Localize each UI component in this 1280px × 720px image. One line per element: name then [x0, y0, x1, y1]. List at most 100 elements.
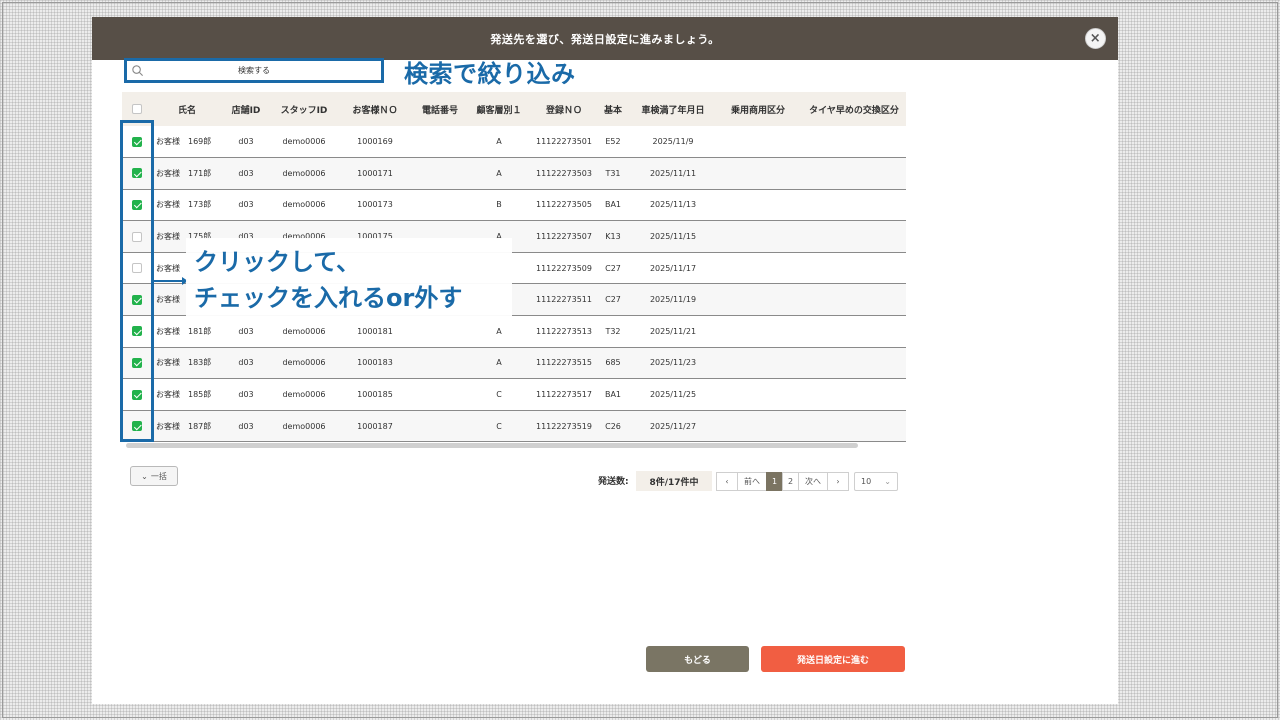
cell-empty: [798, 220, 906, 253]
cell-basic: E52: [598, 126, 628, 159]
table-row[interactable]: お客様 171郎 d03 demo0006 1000171 A 11122273503 T3…: [122, 157, 906, 190]
col-staff-id[interactable]: スタッフID: [270, 92, 338, 126]
cell-reg-no: 11122273513: [530, 315, 598, 348]
table-row[interactable]: お客様 173郎 d03 demo0006 1000173 B 11122273505 BA…: [122, 189, 906, 222]
cell-empty: [798, 252, 906, 285]
cell-name: お客様 173郎: [152, 189, 222, 222]
cell-phone: [412, 410, 468, 443]
col-basic[interactable]: 基本: [598, 92, 628, 126]
cell-basic: T32: [598, 315, 628, 348]
cell-phone: [412, 189, 468, 222]
cell-segment: A: [468, 347, 530, 380]
search-icon: [132, 65, 144, 77]
col-reg-no[interactable]: 登録ＮＯ: [530, 92, 598, 126]
col-name[interactable]: 氏名: [152, 92, 222, 126]
chevron-left-icon[interactable]: ‹: [716, 472, 738, 491]
cell-name: お客様 169郎: [152, 126, 222, 159]
cell-staff-id: demo0006: [270, 347, 338, 380]
cell-inspection-date: 2025/11/23: [628, 347, 718, 380]
send-count-value: 8件/17件中: [636, 471, 712, 491]
search-input[interactable]: [127, 61, 381, 80]
cell-reg-no: 11122273505: [530, 189, 598, 222]
cell-staff-id: demo0006: [270, 410, 338, 443]
annotation-click: クリックして、 チェックを入れるor外す: [186, 238, 512, 326]
cell-segment: A: [468, 126, 530, 159]
search-box: [124, 58, 384, 83]
cell-reg-no: 11122273503: [530, 157, 598, 190]
cell-empty: [718, 126, 798, 159]
col-inspection-date[interactable]: 車検満了年月日: [628, 92, 718, 126]
cell-inspection-date: 2025/11/21: [628, 315, 718, 348]
col-vehicle-class[interactable]: 乗用商用区分: [718, 92, 798, 126]
col-store-id[interactable]: 店舗ID: [222, 92, 270, 126]
cell-inspection-date: 2025/11/15: [628, 220, 718, 253]
cell-reg-no: 11122273507: [530, 220, 598, 253]
page-1-button[interactable]: 1: [766, 472, 783, 491]
table-row[interactable]: お客様 183郎 d03 demo0006 1000183 A 11122273515 68…: [122, 347, 906, 380]
chevron-right-icon[interactable]: ›: [827, 472, 849, 491]
annotation-click-line2: チェックを入れるor外す: [194, 284, 463, 312]
cell-empty: [718, 157, 798, 190]
cell-customer-no: 1000173: [338, 189, 412, 222]
col-segment[interactable]: 顧客層別１: [468, 92, 530, 126]
prev-page-button[interactable]: 前へ: [737, 472, 767, 491]
cell-customer-no: 1000171: [338, 157, 412, 190]
cell-inspection-date: 2025/11/11: [628, 157, 718, 190]
bulk-label: 一括: [150, 471, 167, 481]
cell-customer-no: 1000185: [338, 378, 412, 411]
send-count-label: 発送数:: [598, 477, 629, 487]
close-button[interactable]: ×: [1085, 28, 1106, 49]
cell-empty: [718, 347, 798, 380]
cell-phone: [412, 126, 468, 159]
bulk-button[interactable]: ⌄ 一括: [130, 466, 178, 486]
chevron-down-icon: ⌄: [884, 477, 891, 486]
back-button[interactable]: もどる: [646, 646, 749, 672]
cell-basic: C27: [598, 252, 628, 285]
table-row[interactable]: お客様 185郎 d03 demo0006 1000185 C 11122273517 BA…: [122, 378, 906, 411]
annotation-search: 検索で絞り込み: [404, 60, 576, 88]
page-2-button[interactable]: 2: [782, 472, 799, 491]
table-row[interactable]: お客様 187郎 d03 demo0006 1000187 C 11122273519 C2…: [122, 410, 906, 443]
cell-empty: [718, 410, 798, 443]
col-phone[interactable]: 電話番号: [412, 92, 468, 126]
cell-empty: [798, 157, 906, 190]
cell-reg-no: 11122273511: [530, 283, 598, 317]
cell-reg-no: 11122273515: [530, 347, 598, 380]
cell-basic: BA1: [598, 189, 628, 222]
annotation-click-line1: クリックして、: [194, 248, 361, 276]
cell-empty: [718, 252, 798, 285]
modal-title: 発送先を選び、発送日設定に進みましょう。: [490, 32, 720, 46]
horizontal-scrollbar[interactable]: [122, 443, 906, 451]
cell-empty: [798, 378, 906, 411]
cell-staff-id: demo0006: [270, 378, 338, 411]
cell-empty: [798, 283, 906, 317]
col-tire-exchange[interactable]: タイヤ早めの交換区分: [798, 92, 906, 126]
table-row[interactable]: お客様 169郎 d03 demo0006 1000169 A 11122273501 E5…: [122, 126, 906, 159]
cell-name: お客様 171郎: [152, 157, 222, 190]
cell-reg-no: 11122273517: [530, 378, 598, 411]
cell-name: お客様 187郎: [152, 410, 222, 443]
cell-phone: [412, 157, 468, 190]
cell-store-id: d03: [222, 189, 270, 222]
cell-inspection-date: 2025/11/25: [628, 378, 718, 411]
next-page-button[interactable]: 次へ: [798, 472, 828, 491]
cell-reg-no: 11122273501: [530, 126, 598, 159]
cell-basic: C27: [598, 283, 628, 317]
cell-empty: [798, 126, 906, 159]
cell-basic: 685: [598, 347, 628, 380]
cell-basic: K13: [598, 220, 628, 253]
per-page-select[interactable]: 10 ⌄: [854, 472, 898, 491]
col-customer-no[interactable]: お客様ＮＯ: [338, 92, 412, 126]
cell-store-id: d03: [222, 410, 270, 443]
chevron-down-icon: ⌄: [141, 471, 148, 481]
scrollbar-thumb[interactable]: [126, 443, 858, 448]
proceed-button[interactable]: 発送日設定に進む: [761, 646, 905, 672]
cell-segment: B: [468, 189, 530, 222]
cell-name: お客様 185郎: [152, 378, 222, 411]
cell-segment: C: [468, 378, 530, 411]
cell-empty: [798, 410, 906, 443]
cell-segment: C: [468, 410, 530, 443]
select-all-checkbox[interactable]: [132, 103, 142, 114]
cell-segment: A: [468, 157, 530, 190]
cell-store-id: d03: [222, 378, 270, 411]
